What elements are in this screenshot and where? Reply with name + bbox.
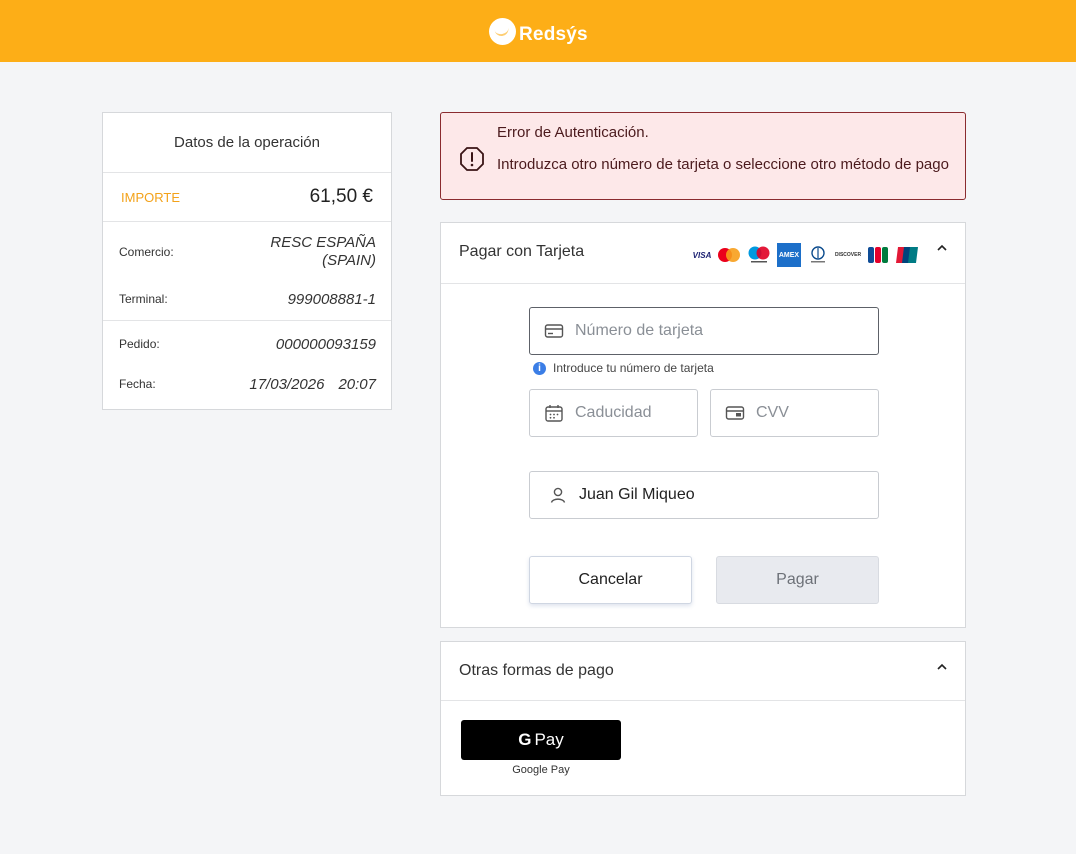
pay-button[interactable]: Pagar — [716, 556, 879, 604]
card-brands: VISA AMEX DISCOVER — [693, 243, 925, 267]
merchant-group: Comercio: RESC ESPAÑA (SPAIN) Terminal: … — [103, 222, 391, 321]
fecha-date: 17/03/2026 — [249, 375, 325, 393]
comercio-row: Comercio: RESC ESPAÑA (SPAIN) — [119, 226, 376, 278]
fecha-row: Fecha: 17/03/2026 20:07 — [119, 363, 376, 405]
cancel-button[interactable]: Cancelar — [529, 556, 692, 604]
error-alert: Error de Autenticación. Introduzca otro … — [440, 112, 966, 200]
fecha-label: Fecha: — [119, 377, 156, 391]
comercio-value: RESC ESPAÑA (SPAIN) — [270, 234, 376, 269]
summary-title: Datos de la operación — [103, 113, 391, 173]
visa-icon: VISA — [692, 245, 712, 265]
order-group: Pedido: 000000093159 Fecha: 17/03/2026 20… — [103, 321, 391, 405]
other-payments-title: Otras formas de pago — [459, 662, 614, 679]
unionpay-icon-svg — [896, 247, 918, 263]
other-payments-panel: Otras formas de pago G Pay Google Pay — [440, 641, 966, 796]
importe-value: 61,50 € — [309, 186, 373, 207]
google-pay-button[interactable]: G Pay — [461, 720, 621, 760]
visa-label: VISA — [692, 250, 712, 260]
card-number-input[interactable] — [573, 321, 878, 341]
warning-icon — [460, 147, 484, 171]
card-number-helper-text: Introduce tu número de tarjeta — [553, 361, 714, 375]
header-bar: Redsýs — [0, 0, 1076, 62]
pedido-row: Pedido: 000000093159 — [119, 325, 376, 363]
cardholder-input[interactable] — [577, 485, 878, 505]
google-pay-label: Pay — [534, 730, 564, 749]
redsys-logo: Redsýs — [489, 16, 588, 46]
pedido-value: 000000093159 — [275, 335, 376, 353]
amex-label: AMEX — [778, 251, 800, 259]
card-payment-panel: Pagar con Tarjeta VISA AMEX DISCOVER Núm… — [440, 222, 966, 628]
google-pay-caption: Google Pay — [512, 764, 570, 776]
card-number-helper: i Introduce tu número de tarjeta — [533, 361, 714, 375]
importe-row: IMPORTE 61,50 € — [103, 173, 391, 222]
maestro-icon — [747, 245, 771, 265]
card-panel-header[interactable]: Pagar con Tarjeta VISA AMEX DISCOVER — [441, 223, 965, 284]
card-panel-title: Pagar con Tarjeta — [459, 243, 585, 260]
terminal-label: Terminal: — [119, 292, 168, 306]
other-payments-header[interactable]: Otras formas de pago — [441, 642, 965, 701]
info-icon: i — [533, 361, 546, 375]
calendar-icon — [545, 405, 563, 422]
google-g-icon: G — [518, 730, 532, 749]
redsys-logo-icon — [489, 17, 516, 45]
fecha-time: 20:07 — [338, 375, 376, 393]
chevron-up-icon[interactable] — [935, 660, 949, 674]
terminal-row: Terminal: 999008881-1 — [119, 278, 376, 320]
cardholder-field[interactable] — [529, 471, 879, 519]
cvv-field[interactable] — [710, 389, 879, 437]
jcb-icon-svg — [868, 247, 888, 263]
amex-icon: AMEX — [777, 243, 801, 267]
expiry-field[interactable] — [529, 389, 698, 437]
maestro-icon-svg — [748, 246, 770, 263]
importe-label: IMPORTE — [121, 189, 180, 205]
card-number-field[interactable] — [529, 307, 879, 355]
card-cvv-icon — [725, 406, 745, 420]
alert-title: Error de Autenticación. — [497, 124, 649, 141]
pedido-label: Pedido: — [119, 337, 160, 351]
comercio-label: Comercio: — [119, 245, 174, 259]
cvv-input[interactable] — [754, 403, 878, 423]
mastercard-icon — [717, 245, 741, 265]
chevron-up-icon[interactable] — [935, 241, 949, 255]
expiry-input[interactable] — [573, 403, 697, 423]
terminal-value: 999008881-1 — [287, 290, 376, 308]
fecha-value: 17/03/2026 20:07 — [249, 376, 376, 393]
credit-card-icon — [544, 324, 564, 338]
unionpay-icon — [895, 246, 919, 264]
discover-icon: DISCOVER — [835, 245, 861, 265]
operation-summary-card: Datos de la operación IMPORTE 61,50 € Co… — [102, 112, 392, 410]
alert-message: Introduzca otro número de tarjeta o sele… — [497, 156, 949, 173]
discover-label: DISCOVER — [834, 252, 862, 258]
diners-icon — [807, 245, 829, 265]
jcb-icon — [867, 246, 889, 264]
logo-text: Redsýs — [519, 24, 588, 45]
mastercard-icon-svg — [718, 248, 740, 262]
user-icon — [550, 487, 566, 503]
diners-icon-svg — [811, 246, 825, 263]
